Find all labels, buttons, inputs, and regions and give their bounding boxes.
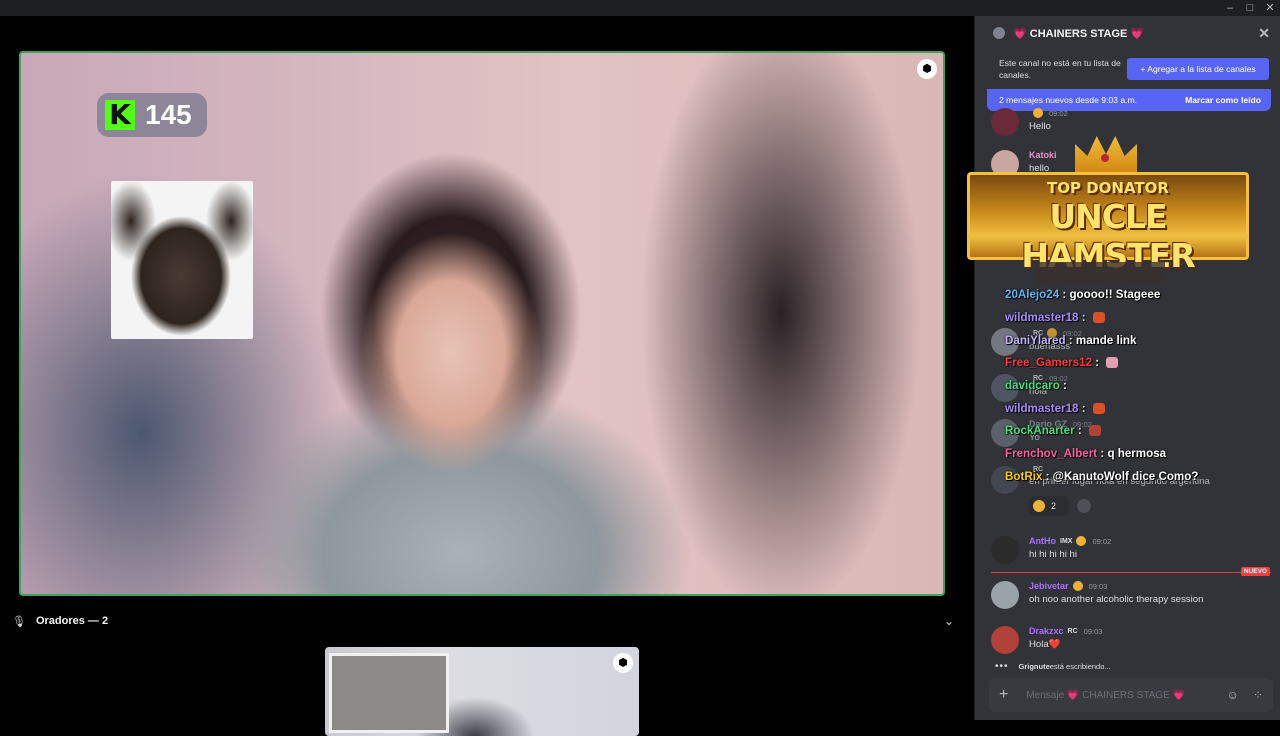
video-thumbnail-strip [1035,262,1165,284]
message-composer[interactable]: + Mensaje 💗 CHAINERS STAGE 💗 ☺ ⁘ [989,678,1273,712]
shield-icon[interactable]: ⬢ [917,59,937,79]
background-shelf [329,653,449,733]
reaction-count: 2 [1051,501,1057,511]
overlay-chat-line: Free_Gamers12 : [1005,356,1119,369]
emote-icon [1106,357,1119,369]
overlay-text: goooo!! Stageee [1069,288,1161,301]
crown-icon [1075,136,1137,172]
donator-plaque: TOP DONATOR UNCLE HAMSTER [967,172,1249,275]
timestamp: 09:03 [1088,581,1108,591]
chat-header: 💗 CHAINERS STAGE 💗 ✕ [975,16,1280,50]
thread-icon [993,27,1005,39]
overlay-username: wildmaster18 [1005,402,1079,415]
overlay-chat-line: BotRix : @KanutoWolf dice Como? [1005,470,1199,483]
gem-icon [1101,154,1109,162]
microphone-icon: 🎙 [12,615,26,628]
overlay-username: 20Alejo24 [1005,288,1060,301]
new-badge: NUEVO [1240,567,1270,576]
emoji-icon[interactable]: ☺ [1227,688,1239,702]
avatar[interactable] [991,536,1019,564]
speakers-label: Oradores — 2 [35,615,109,627]
overlay-chat-line: DaniYlared : mande link [1005,334,1137,347]
kick-viewer-counter: K 145 [97,93,207,137]
close-icon[interactable]: ✕ [1258,25,1270,42]
typing-user: Grignute [1018,662,1050,671]
overlay-text: @KanutoWolf dice Como? [1052,470,1199,483]
emote-icon [1092,312,1105,324]
new-messages-divider [991,572,1271,573]
overlay-username: Frenchov_Albert [1005,447,1098,460]
overlay-chat-line: Frenchov_Albert : q hermosa [1005,447,1167,460]
timestamp: 09:02 [1092,536,1112,546]
overlay-chat-line: RockAnarter : [1005,424,1101,437]
overlay-username: BotRix [1005,470,1043,483]
username[interactable]: Drakzxc [1029,626,1064,636]
typing-dots-icon: ••• [995,661,1009,672]
overlay-username: Free_Gamers12 [1005,356,1093,369]
chat-message: Jebivetar 09:03 oh noo another alcoholic … [991,581,1203,609]
minimize-button[interactable]: – [1220,0,1240,16]
new-messages-text: 2 mensajes nuevos desde 9:03 a.m. [999,95,1138,105]
close-window-button[interactable]: ✕ [1260,0,1280,16]
shield-icon[interactable]: ⬢ [613,653,633,673]
overlay-username: DaniYlared [1005,334,1066,347]
notice-text: Este canal no está en tu lista de canale… [999,58,1121,80]
message-text: Hola❤️ [1029,639,1061,650]
timestamp: 09:02 [1049,108,1068,118]
username[interactable]: Jebivetar [1029,581,1069,591]
avatar[interactable] [991,581,1019,609]
username[interactable]: AntHo [1029,536,1056,546]
overlay-username: wildmaster18 [1005,311,1079,324]
overlay-chat-line: davidcaro : [1005,379,1067,392]
kick-count: 145 [145,99,192,130]
chat-message: Drakzxc RC 09:03 Hola❤️ [991,626,1102,654]
timestamp: 09:03 [1083,626,1103,636]
emote-icon [1088,425,1101,437]
speakers-bar[interactable]: 🎙 Oradores — 2 ⌄ [0,608,974,634]
plus-icon[interactable]: + [999,686,1008,704]
overlay-chat-line: wildmaster18 : [1005,311,1105,324]
reaction-pill[interactable]: 2 [1029,496,1069,516]
typing-indicator: ••• Grignute está escribiendo... [995,661,1111,672]
top-donator-banner: TOP DONATOR UNCLE HAMSTER [967,132,1249,275]
channel-notice: Este canal no está en tu lista de canale… [975,50,1280,88]
typing-suffix: está escribiendo... [1049,662,1111,671]
maximize-button[interactable]: □ [1240,0,1260,16]
overlay-chat-line: wildmaster18 : [1005,402,1105,415]
dog-sticker-image [111,181,253,339]
main-video-feed[interactable]: K 145 ⬢ [19,51,945,596]
stage-area: K 145 ⬢ 🎙 Oradores — 2 ⌄ ⬢ [0,16,974,736]
coin-badge-icon [1072,581,1083,591]
avatar[interactable] [991,626,1019,654]
title-bar: – □ ✕ [0,0,1280,16]
chat-panel: 💗 CHAINERS STAGE 💗 ✕ Este canal no está … [967,16,1280,720]
message-text: Hello [1029,121,1051,132]
chat-message: AntHo IMX 09:02 hi hi hi hi hi [991,536,1111,564]
role-tag: IMX [1060,537,1073,545]
message-text: oh noo another alcoholic therapy session [1029,594,1204,605]
channel-title: 💗 CHAINERS STAGE 💗 [1013,27,1145,40]
mark-as-read-button[interactable]: Marcar como leído [1185,95,1261,105]
coin-badge-icon [1076,536,1087,546]
add-to-channel-list-button[interactable]: + Agregar a la lista de canales [1127,58,1269,80]
donator-heading: TOP DONATOR [1047,179,1169,197]
speaker-thumbnail-video[interactable]: ⬢ [325,647,639,736]
chevron-down-icon[interactable]: ⌄ [944,614,954,628]
kick-logo-icon: K [105,100,135,130]
overlay-text: q hermosa [1107,447,1167,460]
window-controls: – □ ✕ [1220,0,1280,16]
add-reaction-icon[interactable] [1077,499,1091,513]
emote-icon [1092,403,1105,415]
laughing-emoji-icon [1033,500,1045,512]
overlay-chat-line: 20Alejo24 : goooo!! Stageee [1005,288,1161,301]
overlay-username: RockAnarter [1005,424,1075,437]
overlay-username: davidcaro [1005,379,1060,392]
role-tag: RC [1067,627,1078,635]
reactions-row: 2 [1029,496,1091,516]
coin-badge-icon [1033,108,1043,118]
message-input[interactable]: Mensaje 💗 CHAINERS STAGE 💗 [1026,690,1185,701]
apps-icon[interactable]: ⁘ [1253,688,1263,702]
message-text: hi hi hi hi hi [1029,549,1077,560]
overlay-text: mande link [1075,334,1137,347]
